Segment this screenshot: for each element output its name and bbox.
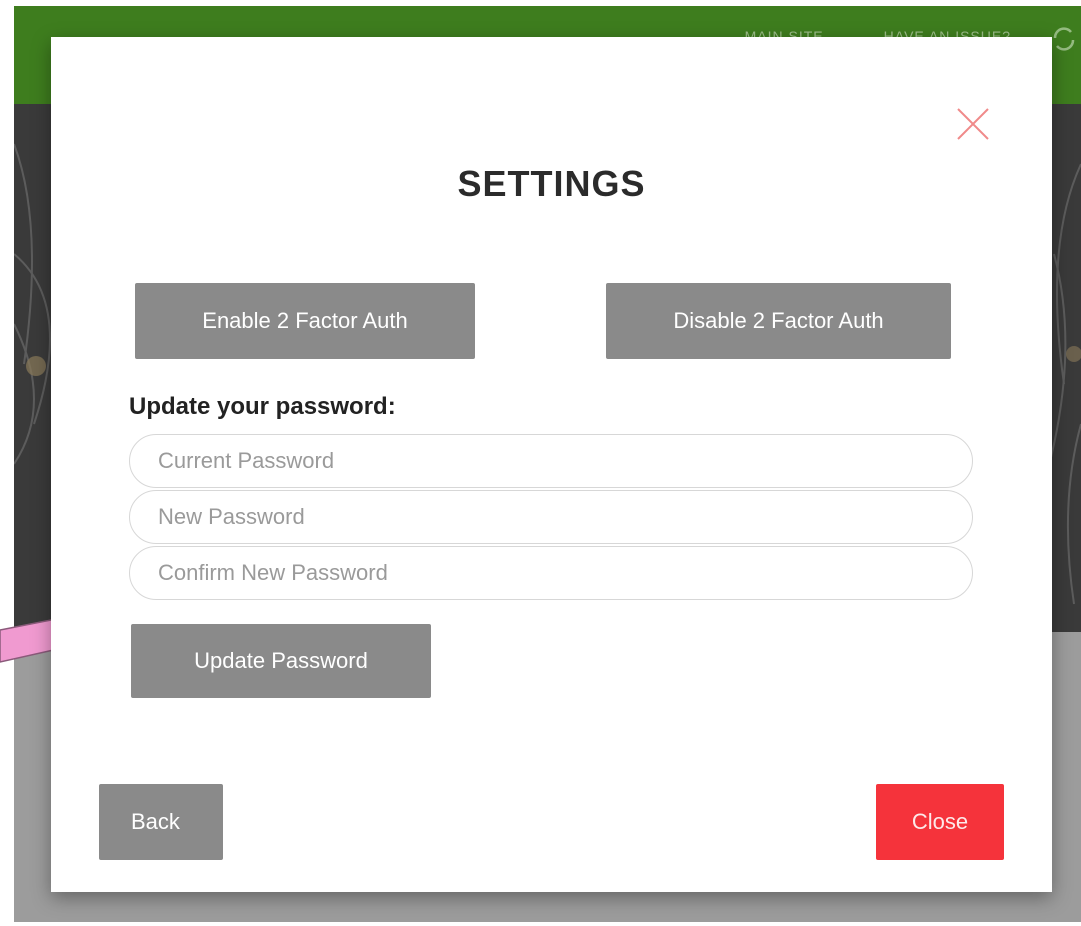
close-icon[interactable] [956,107,990,141]
disable-2fa-button[interactable]: Disable 2 Factor Auth [606,283,951,359]
enable-2fa-button[interactable]: Enable 2 Factor Auth [135,283,475,359]
refresh-icon[interactable] [1049,24,1079,54]
update-password-heading: Update your password: [129,393,396,420]
update-password-button[interactable]: Update Password [131,624,431,698]
confirm-new-password-input[interactable] [129,546,973,600]
current-password-input[interactable] [129,434,973,488]
new-password-input[interactable] [129,490,973,544]
settings-modal: SETTINGS Enable 2 Factor Auth Disable 2 … [51,37,1052,892]
close-button[interactable]: Close [876,784,1004,860]
modal-title: SETTINGS [457,163,646,204]
back-button[interactable]: Back [99,784,223,860]
